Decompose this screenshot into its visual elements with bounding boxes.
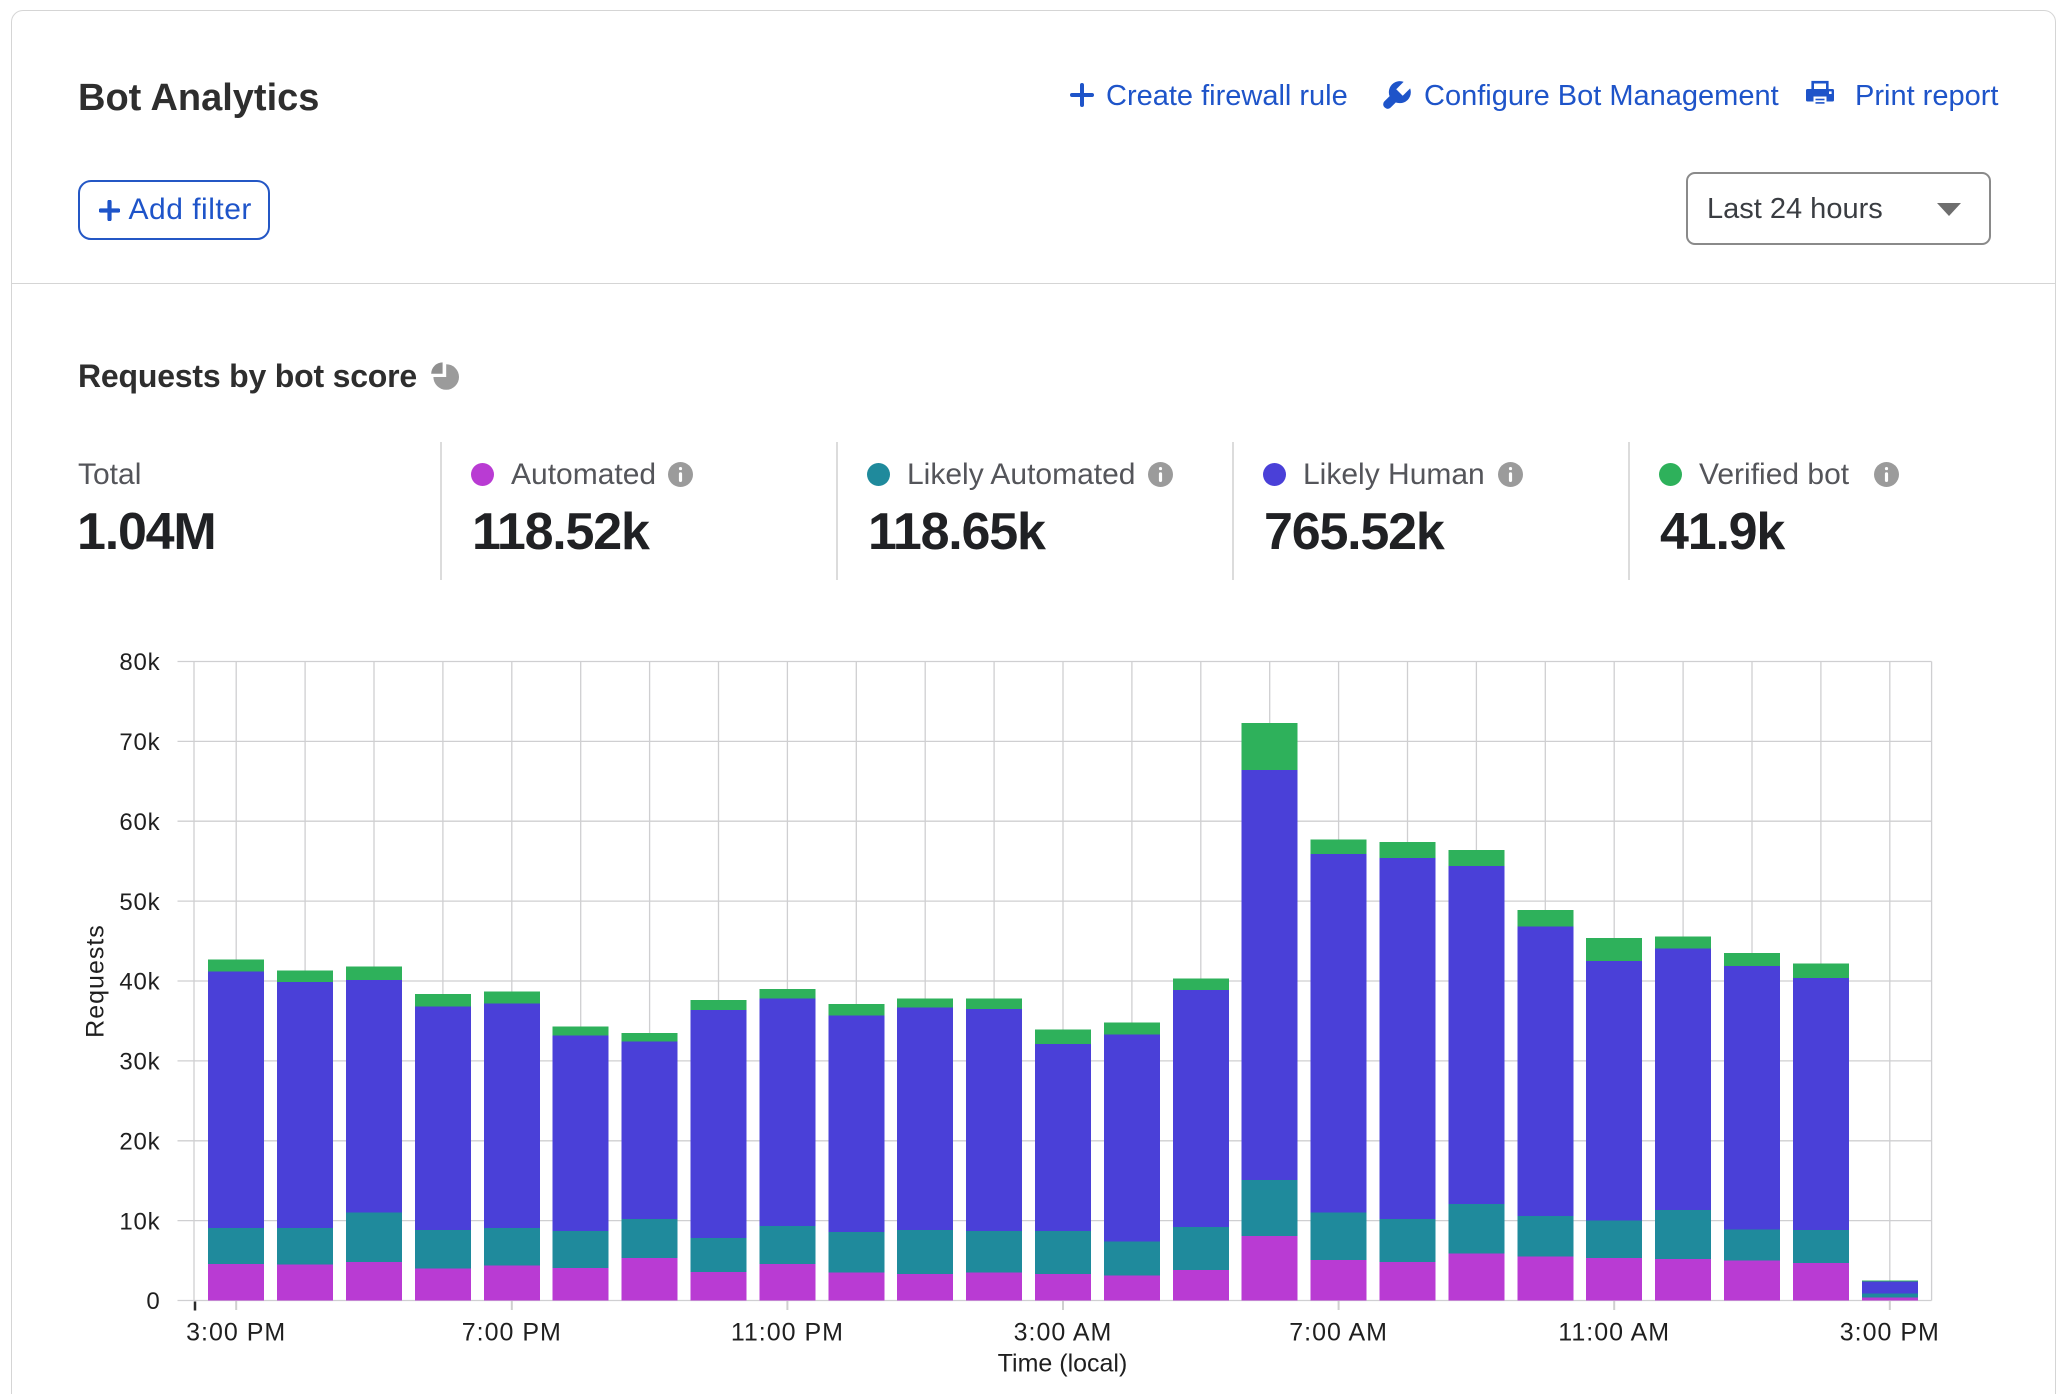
svg-text:10k: 10k	[119, 1208, 160, 1235]
svg-text:3:00 PM: 3:00 PM	[186, 1319, 286, 1347]
svg-text:80k: 80k	[119, 649, 160, 676]
svg-text:60k: 60k	[119, 809, 160, 836]
svg-text:3:00 AM: 3:00 AM	[1014, 1319, 1113, 1347]
svg-text:30k: 30k	[119, 1049, 160, 1076]
svg-text:11:00 PM: 11:00 PM	[731, 1319, 844, 1347]
svg-text:7:00 AM: 7:00 AM	[1289, 1319, 1388, 1347]
svg-text:Requests: Requests	[82, 924, 110, 1038]
svg-text:0: 0	[146, 1288, 160, 1315]
svg-text:11:00 AM: 11:00 AM	[1558, 1319, 1670, 1347]
svg-text:20k: 20k	[119, 1129, 160, 1156]
svg-text:70k: 70k	[119, 729, 160, 756]
svg-text:3:00 PM: 3:00 PM	[1840, 1319, 1940, 1347]
svg-text:Time (local): Time (local)	[998, 1350, 1128, 1378]
svg-text:7:00 PM: 7:00 PM	[462, 1319, 562, 1347]
svg-text:40k: 40k	[119, 969, 160, 996]
svg-text:50k: 50k	[119, 889, 160, 916]
